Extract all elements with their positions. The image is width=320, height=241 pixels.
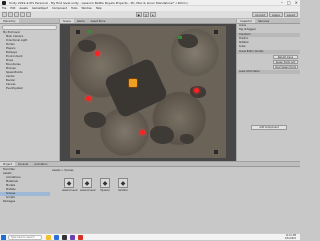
center-objective-icon [128, 78, 138, 88]
hand-tool-icon[interactable] [2, 12, 7, 17]
project-tree: Favorites Assets Animations Materials Mo… [0, 168, 50, 234]
scene-viewport[interactable] [60, 24, 236, 161]
scale-tool-icon[interactable] [20, 12, 25, 17]
rock [150, 126, 174, 144]
unity-logo-icon [2, 1, 6, 5]
start-icon[interactable] [1, 235, 6, 240]
unity-scene-icon: ◆ [82, 178, 92, 188]
tag-field[interactable]: Tag Untagged [237, 28, 300, 32]
chrome-icon[interactable] [78, 235, 83, 240]
window-title: Unity 2019.4.0f1 Personal - My first lev… [9, 1, 189, 5]
add-component-button[interactable]: Add Component [251, 125, 287, 130]
play-button[interactable]: ▶ [136, 12, 142, 17]
unity-scene-icon: ◆ [118, 178, 128, 188]
layers-dropdown[interactable]: Layers [268, 12, 283, 17]
hierarchy-item[interactable]: EventSystem [0, 87, 59, 91]
spawn-beacon [86, 96, 91, 101]
project-panel: Project Console Animation Favorites Asse… [0, 161, 300, 233]
rock [84, 112, 106, 128]
inspector-panel: Inspector Services Arena Tag Untagged Tr… [236, 19, 300, 161]
tab-asset-store[interactable]: Asset Store [88, 19, 109, 23]
central-bunker [103, 57, 169, 119]
scene-asset[interactable]: ◆ Sandbox [116, 178, 130, 192]
menu-tools[interactable]: Tools [71, 7, 77, 10]
tab-project[interactable]: Project [0, 162, 15, 166]
menu-component[interactable]: Component [52, 7, 67, 10]
taskbar-search-input[interactable]: Type here to search [8, 235, 42, 240]
tab-inspector[interactable]: Inspector [237, 19, 256, 23]
tab-scene[interactable]: Scene [60, 19, 74, 23]
move-tool-icon[interactable] [8, 12, 13, 17]
script-header[interactable]: Arena Editor (Script) [237, 50, 300, 54]
rock [180, 134, 194, 144]
scene-asset[interactable]: ◆ Lesson1 Level [62, 178, 77, 192]
arena-terrain [70, 26, 226, 158]
unity-icon[interactable] [62, 235, 67, 240]
pause-button[interactable]: ‖ [143, 12, 149, 17]
layout-dropdown[interactable]: Layout [283, 12, 298, 17]
tab-console[interactable]: Console [15, 162, 31, 166]
file-explorer-icon[interactable] [46, 235, 51, 240]
toolbar-right: Account Layers Layout [252, 12, 298, 17]
unity-scene-icon: ◆ [100, 178, 110, 188]
rect-tool-icon[interactable] [26, 12, 31, 17]
menu-window[interactable]: Window [81, 7, 91, 10]
unity-scene-icon: ◆ [64, 178, 74, 188]
tab-services[interactable]: Services [255, 19, 272, 23]
pickup-marker [178, 36, 182, 39]
rock [78, 40, 96, 52]
play-controls: ▶ ‖ ▸ [136, 12, 156, 17]
menu-help[interactable]: Help [96, 7, 102, 10]
corner-marker [76, 30, 80, 34]
menu-file[interactable]: File [2, 7, 6, 10]
scene-asset[interactable]: ◆ MyLevel [98, 178, 112, 192]
tab-animation[interactable]: Animation [31, 162, 50, 166]
toolbar: ▶ ‖ ▸ Account Layers Layout [0, 11, 300, 19]
hierarchy-panel: Hierarchy My first level Main Camera Dir… [0, 19, 60, 161]
scene-asset[interactable]: ◆ Lesson2 Level [80, 178, 95, 192]
add-spawn-points-button[interactable]: Spawn Points Add [273, 60, 298, 64]
rotate-tool-icon[interactable] [14, 12, 19, 17]
rebuild-arena-button[interactable]: Rebuild Arena [273, 55, 298, 59]
scale-field[interactable]: Scale [237, 45, 300, 49]
clear-spawn-points-button[interactable]: Clear Spawn Points [273, 65, 298, 69]
tab-game[interactable]: Game [74, 19, 88, 23]
spawn-beacon [140, 130, 145, 135]
hierarchy-search-input[interactable] [2, 25, 57, 30]
step-button[interactable]: ▸ [150, 12, 156, 17]
menu-gameobject[interactable]: GameObject [32, 7, 48, 10]
spawn-beacon [194, 88, 199, 93]
spawn-beacon [95, 51, 100, 56]
account-dropdown[interactable]: Account [252, 12, 268, 17]
visual-studio-icon[interactable] [70, 235, 75, 240]
corner-marker [214, 30, 218, 34]
tab-hierarchy[interactable]: Hierarchy [0, 19, 19, 23]
menu-assets[interactable]: Assets [19, 7, 27, 10]
edge-icon[interactable] [54, 235, 59, 240]
level-info-header[interactable]: Level Information [237, 70, 300, 74]
corner-marker [214, 150, 218, 154]
clock-date: 1/31/2021 [284, 237, 296, 241]
corner-marker [76, 150, 80, 154]
tree-item[interactable]: Packages [0, 200, 50, 204]
menu-edit[interactable]: Edit [10, 7, 15, 10]
pickup-marker [88, 30, 92, 33]
taskbar-apps [46, 235, 83, 240]
project-breadcrumb: Assets > Scenes [52, 169, 74, 172]
taskbar: Type here to search 11:15 AM 1/31/2021 [0, 233, 300, 240]
